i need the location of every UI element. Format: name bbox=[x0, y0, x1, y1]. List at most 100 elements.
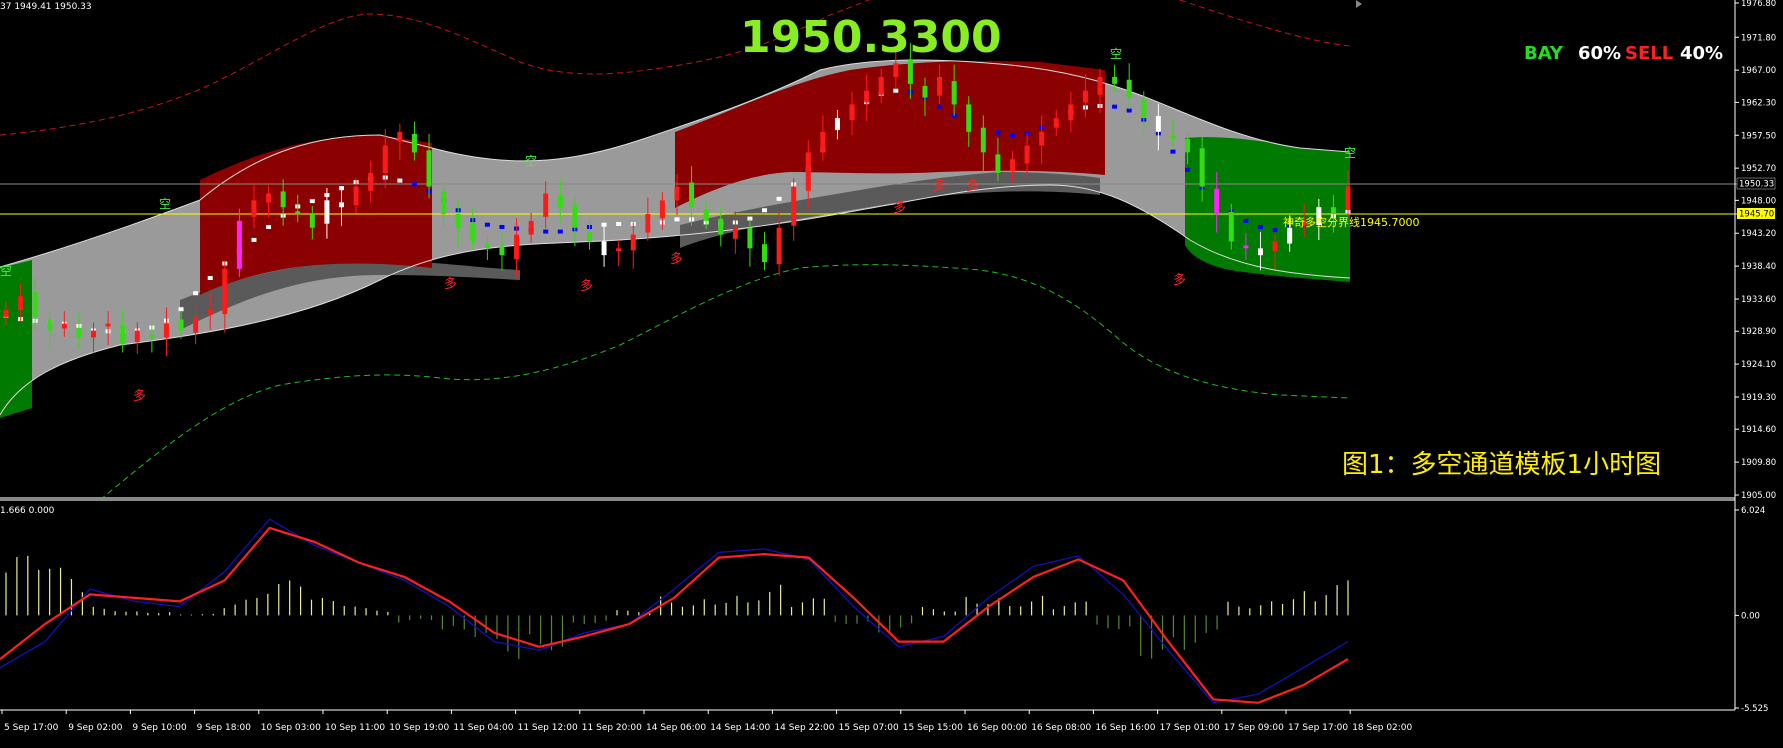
candle-body bbox=[1228, 211, 1234, 242]
midline-dot bbox=[616, 221, 622, 226]
macd-tick-label: -5.525 bbox=[1741, 704, 1768, 714]
candle-body bbox=[411, 133, 417, 153]
midline-dot bbox=[937, 104, 943, 109]
time-tick-label: 9 Sep 18:00 bbox=[197, 723, 252, 733]
candle-body bbox=[1039, 131, 1045, 146]
candle-body bbox=[105, 323, 111, 327]
candle-body bbox=[251, 200, 257, 217]
candle-body bbox=[820, 131, 826, 153]
midline-dot bbox=[893, 88, 899, 93]
candle-body bbox=[1024, 145, 1030, 164]
candle-body bbox=[1082, 90, 1088, 103]
candle-body bbox=[805, 152, 811, 191]
candle-body bbox=[120, 325, 126, 345]
candle-body bbox=[441, 190, 447, 215]
candle-body bbox=[1345, 186, 1351, 210]
price-tick-label: 1928.90 bbox=[1741, 327, 1776, 337]
candle-body bbox=[207, 309, 213, 315]
candle-body bbox=[266, 193, 272, 203]
candle-body bbox=[397, 131, 403, 142]
bull-signal-mark: 多 bbox=[133, 388, 146, 404]
price-tick-label: 1948.00 bbox=[1741, 196, 1776, 206]
candle-body bbox=[995, 154, 1001, 173]
candle-body bbox=[1170, 135, 1176, 139]
candle-body bbox=[1272, 241, 1278, 252]
candle-body bbox=[966, 104, 972, 132]
candle-body bbox=[1097, 77, 1103, 95]
candle-body bbox=[91, 330, 97, 338]
panel-separator[interactable] bbox=[0, 497, 1735, 501]
bull-signal-mark: 多 bbox=[670, 251, 683, 267]
candle-body bbox=[499, 246, 505, 256]
figure-caption: 图1：多空通道模板1小时图 bbox=[1342, 450, 1661, 480]
price-tick-label: 1914.60 bbox=[1741, 425, 1776, 435]
bull-signal-mark: 多 bbox=[893, 200, 906, 216]
candle-body bbox=[776, 227, 782, 265]
midline-dot bbox=[1272, 228, 1278, 233]
candle-body bbox=[1155, 116, 1161, 132]
time-tick-label: 14 Sep 22:00 bbox=[774, 723, 834, 733]
price-tick-label: 1976.80 bbox=[1741, 0, 1776, 9]
midline-dot bbox=[1010, 133, 1015, 138]
time-tick-label: 10 Sep 19:00 bbox=[389, 723, 449, 733]
sell-percent: 40% bbox=[1680, 43, 1723, 64]
candle-body bbox=[368, 172, 374, 191]
candle-body bbox=[878, 77, 884, 95]
candle-body bbox=[339, 202, 344, 208]
midline-dot bbox=[411, 182, 417, 187]
candle-body bbox=[18, 296, 24, 310]
time-tick-label: 14 Sep 06:00 bbox=[646, 723, 706, 733]
price-tick-label: 1943.20 bbox=[1741, 229, 1776, 239]
midline-dot bbox=[1185, 167, 1191, 172]
price-tick-label: 1938.40 bbox=[1741, 262, 1776, 272]
candle-body bbox=[849, 104, 855, 121]
candle-body bbox=[324, 200, 330, 224]
bear-signal-mark: 空 bbox=[525, 154, 537, 168]
candle-body bbox=[922, 85, 928, 98]
bull-signal-mark: 多 bbox=[444, 276, 457, 292]
time-tick-label: 11 Sep 12:00 bbox=[518, 723, 578, 733]
price-tick-label: 1905.00 bbox=[1741, 491, 1776, 501]
trading-chart[interactable]: 多 多 多 多 多 多 多 多 空 空 空 空 空 1950.3300 BAY … bbox=[0, 0, 1783, 744]
price-tick-label: 1933.60 bbox=[1741, 295, 1776, 305]
candle-body bbox=[834, 118, 840, 128]
candle-body bbox=[76, 327, 82, 338]
midline-dot bbox=[266, 224, 272, 229]
candle-body bbox=[718, 218, 724, 235]
time-tick-label: 14 Sep 14:00 bbox=[710, 723, 770, 733]
midline-dot bbox=[499, 224, 505, 229]
candle-body bbox=[1141, 99, 1147, 119]
candle-body bbox=[353, 186, 359, 206]
midline-dot bbox=[207, 276, 213, 281]
candle-body bbox=[193, 316, 199, 333]
candle-body bbox=[236, 220, 242, 269]
candle-body bbox=[1214, 188, 1220, 215]
midline-dot bbox=[397, 178, 403, 183]
midline-dot bbox=[557, 229, 563, 234]
midline-dot bbox=[543, 229, 549, 234]
midline-dot bbox=[1243, 218, 1249, 223]
candle-body bbox=[689, 182, 695, 208]
time-tick-label: 17 Sep 17:00 bbox=[1288, 723, 1348, 733]
time-tick-label: 10 Sep 03:00 bbox=[261, 723, 321, 733]
current-price-display: 1950.3300 bbox=[740, 12, 1002, 63]
candle-body bbox=[572, 205, 578, 228]
candle-body bbox=[1053, 118, 1059, 128]
chart-window: 多 多 多 多 多 多 多 多 空 空 空 空 空 1950.3300 BAY … bbox=[0, 0, 1783, 744]
bull-signal-mark: 多 bbox=[1173, 272, 1186, 288]
midline-dot bbox=[762, 208, 768, 213]
current-price-tag-text: 1950.33 bbox=[1739, 180, 1774, 190]
time-tick-label: 17 Sep 09:00 bbox=[1224, 723, 1284, 733]
time-tick-label: 16 Sep 00:00 bbox=[967, 723, 1027, 733]
candle-body bbox=[134, 330, 140, 343]
candle-body bbox=[222, 268, 228, 315]
candle-body bbox=[732, 227, 738, 239]
macd-header: 1.666 0.000 bbox=[0, 506, 55, 516]
time-tick-label: 16 Sep 16:00 bbox=[1095, 723, 1155, 733]
candle-body bbox=[1112, 77, 1118, 84]
candle-body bbox=[1330, 207, 1336, 215]
candle-body bbox=[1126, 79, 1132, 98]
price-tick-label: 1952.70 bbox=[1741, 164, 1776, 174]
midline-dot bbox=[776, 196, 782, 201]
candle-body bbox=[543, 193, 549, 217]
